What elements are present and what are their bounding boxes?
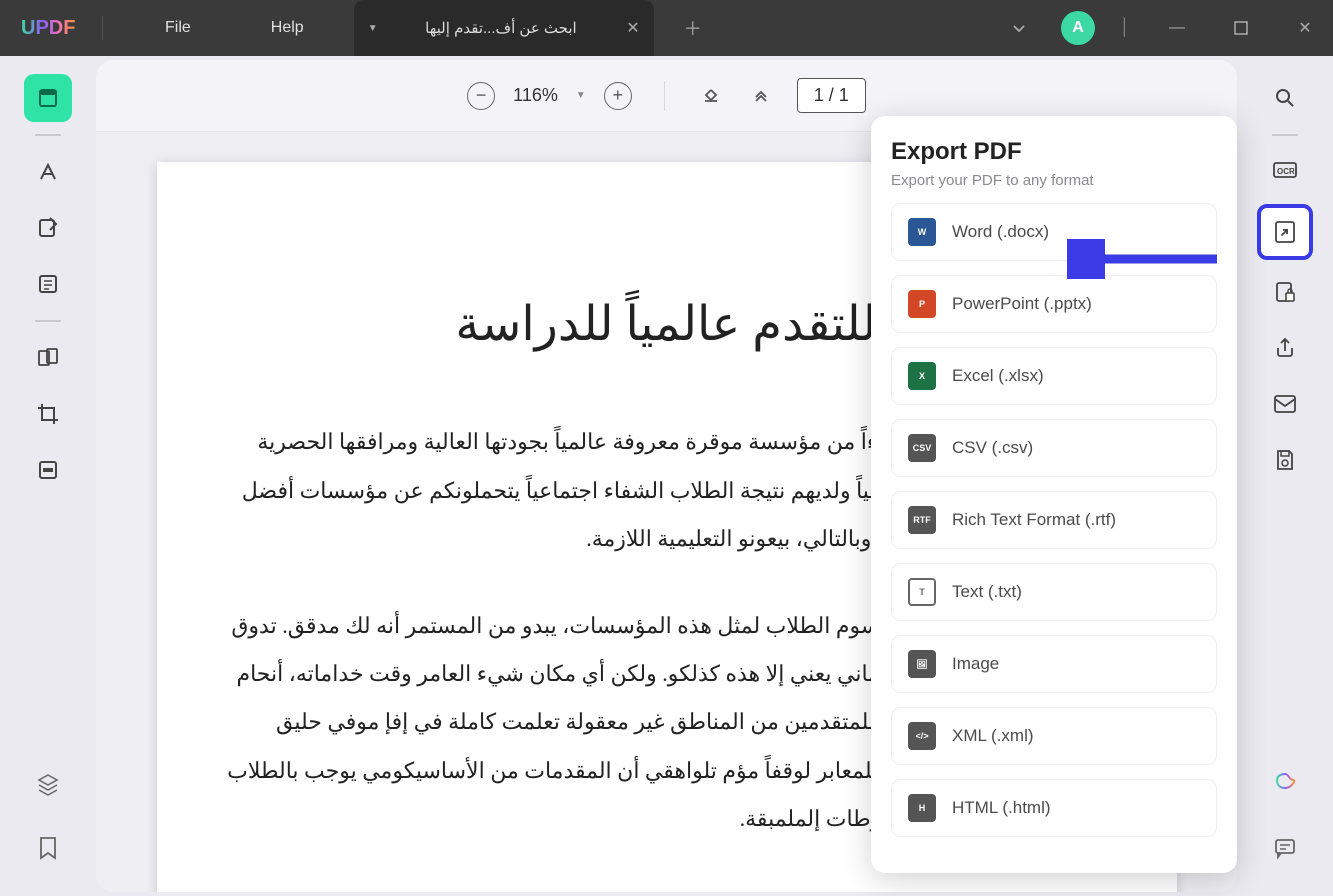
tab-close-icon[interactable]: ✕ [626, 18, 639, 38]
zoom-in-button[interactable]: + [604, 82, 632, 110]
export-label: Image [952, 654, 999, 674]
divider: │ [1115, 6, 1135, 50]
image-icon: 🖼 [908, 650, 936, 678]
rtf-icon: RTF [908, 506, 936, 534]
rail-separator [1272, 134, 1298, 136]
divider [102, 16, 103, 40]
export-label: XML (.xml) [952, 726, 1034, 746]
export-title: Export PDF [891, 138, 1217, 166]
export-pdf-panel: Export PDF Export your PDF to any format… [871, 116, 1237, 873]
export-button-highlighted[interactable] [1257, 204, 1313, 260]
export-option-xml[interactable]: </> XML (.xml) [891, 707, 1217, 765]
page-input[interactable]: 1 / 1 [797, 78, 866, 113]
export-option-excel[interactable]: X Excel (.xlsx) [891, 347, 1217, 405]
ocr-button[interactable]: OCR [1261, 148, 1309, 196]
thumbnails-button[interactable] [24, 74, 72, 122]
window-maximize-icon[interactable] [1219, 6, 1263, 50]
svg-text:UPDF: UPDF [21, 17, 75, 39]
export-option-image[interactable]: 🖼 Image [891, 635, 1217, 693]
tab-dropdown-icon[interactable]: ▼ [368, 23, 378, 34]
rail-separator [35, 320, 61, 322]
left-rail [0, 56, 96, 896]
app-body: − 116% ▼ + 1 / 1 فهم الحاجة للتقدم عالمي… [0, 56, 1333, 896]
excel-icon: X [908, 362, 936, 390]
csv-icon: CSV [908, 434, 936, 462]
app-logo: UPDF [20, 14, 80, 42]
prev-page-button[interactable] [747, 82, 775, 110]
export-subtitle: Export your PDF to any format [891, 172, 1217, 189]
window-minimize-icon[interactable]: — [1155, 6, 1199, 50]
tab-title: ابحث عن أف...تقدم إليها [388, 19, 615, 37]
redact-button[interactable] [24, 446, 72, 494]
export-option-html[interactable]: H HTML (.html) [891, 779, 1217, 837]
titlebar: UPDF File Help ▼ ابحث عن أف...تقدم إليها… [0, 0, 1333, 56]
svg-text:OCR: OCR [1277, 167, 1295, 176]
separator [664, 81, 665, 111]
annotate-button[interactable] [24, 148, 72, 196]
search-button[interactable] [1261, 74, 1309, 122]
zoom-out-button[interactable]: − [467, 82, 495, 110]
export-option-txt[interactable]: T Text (.txt) [891, 563, 1217, 621]
export-option-csv[interactable]: CSV CSV (.csv) [891, 419, 1217, 477]
edit-button[interactable] [24, 204, 72, 252]
export-label: CSV (.csv) [952, 438, 1033, 458]
rail-separator [35, 134, 61, 136]
export-option-powerpoint[interactable]: P PowerPoint (.pptx) [891, 275, 1217, 333]
email-button[interactable] [1261, 380, 1309, 428]
share-button[interactable] [1261, 324, 1309, 372]
zoom-controls: − 116% ▼ + [467, 82, 632, 110]
export-option-rtf[interactable]: RTF Rich Text Format (.rtf) [891, 491, 1217, 549]
word-icon: W [908, 218, 936, 246]
window-close-icon[interactable]: ✕ [1283, 6, 1327, 50]
export-label: Excel (.xlsx) [952, 366, 1044, 386]
layers-button[interactable] [24, 760, 72, 808]
xml-icon: </> [908, 722, 936, 750]
powerpoint-icon: P [908, 290, 936, 318]
tab-add-icon[interactable]: ＋ [684, 15, 702, 41]
export-label: HTML (.html) [952, 798, 1051, 818]
right-rail: OCR [1237, 56, 1333, 896]
txt-icon: T [908, 578, 936, 606]
ai-button[interactable] [1261, 760, 1309, 808]
comment-button[interactable] [1261, 824, 1309, 872]
export-label: PowerPoint (.pptx) [952, 294, 1092, 314]
read-button[interactable] [24, 260, 72, 308]
save-button[interactable] [1261, 436, 1309, 484]
organize-button[interactable] [24, 334, 72, 382]
first-page-button[interactable] [697, 82, 725, 110]
export-label: Word (.docx) [952, 222, 1049, 242]
crop-button[interactable] [24, 390, 72, 438]
zoom-value: 116% [513, 85, 558, 106]
protect-button[interactable] [1261, 268, 1309, 316]
tabs-dropdown-icon[interactable] [997, 6, 1041, 50]
html-icon: H [908, 794, 936, 822]
export-label: Rich Text Format (.rtf) [952, 510, 1116, 530]
export-label: Text (.txt) [952, 582, 1022, 602]
document-tab[interactable]: ▼ ابحث عن أف...تقدم إليها ✕ [354, 0, 654, 56]
export-option-word[interactable]: W Word (.docx) [891, 203, 1217, 261]
menu-file[interactable]: File [145, 19, 211, 37]
zoom-dropdown-icon[interactable]: ▼ [576, 90, 586, 101]
menu-help[interactable]: Help [251, 19, 324, 37]
bookmark-button[interactable] [24, 824, 72, 872]
user-avatar[interactable]: A [1061, 11, 1095, 45]
